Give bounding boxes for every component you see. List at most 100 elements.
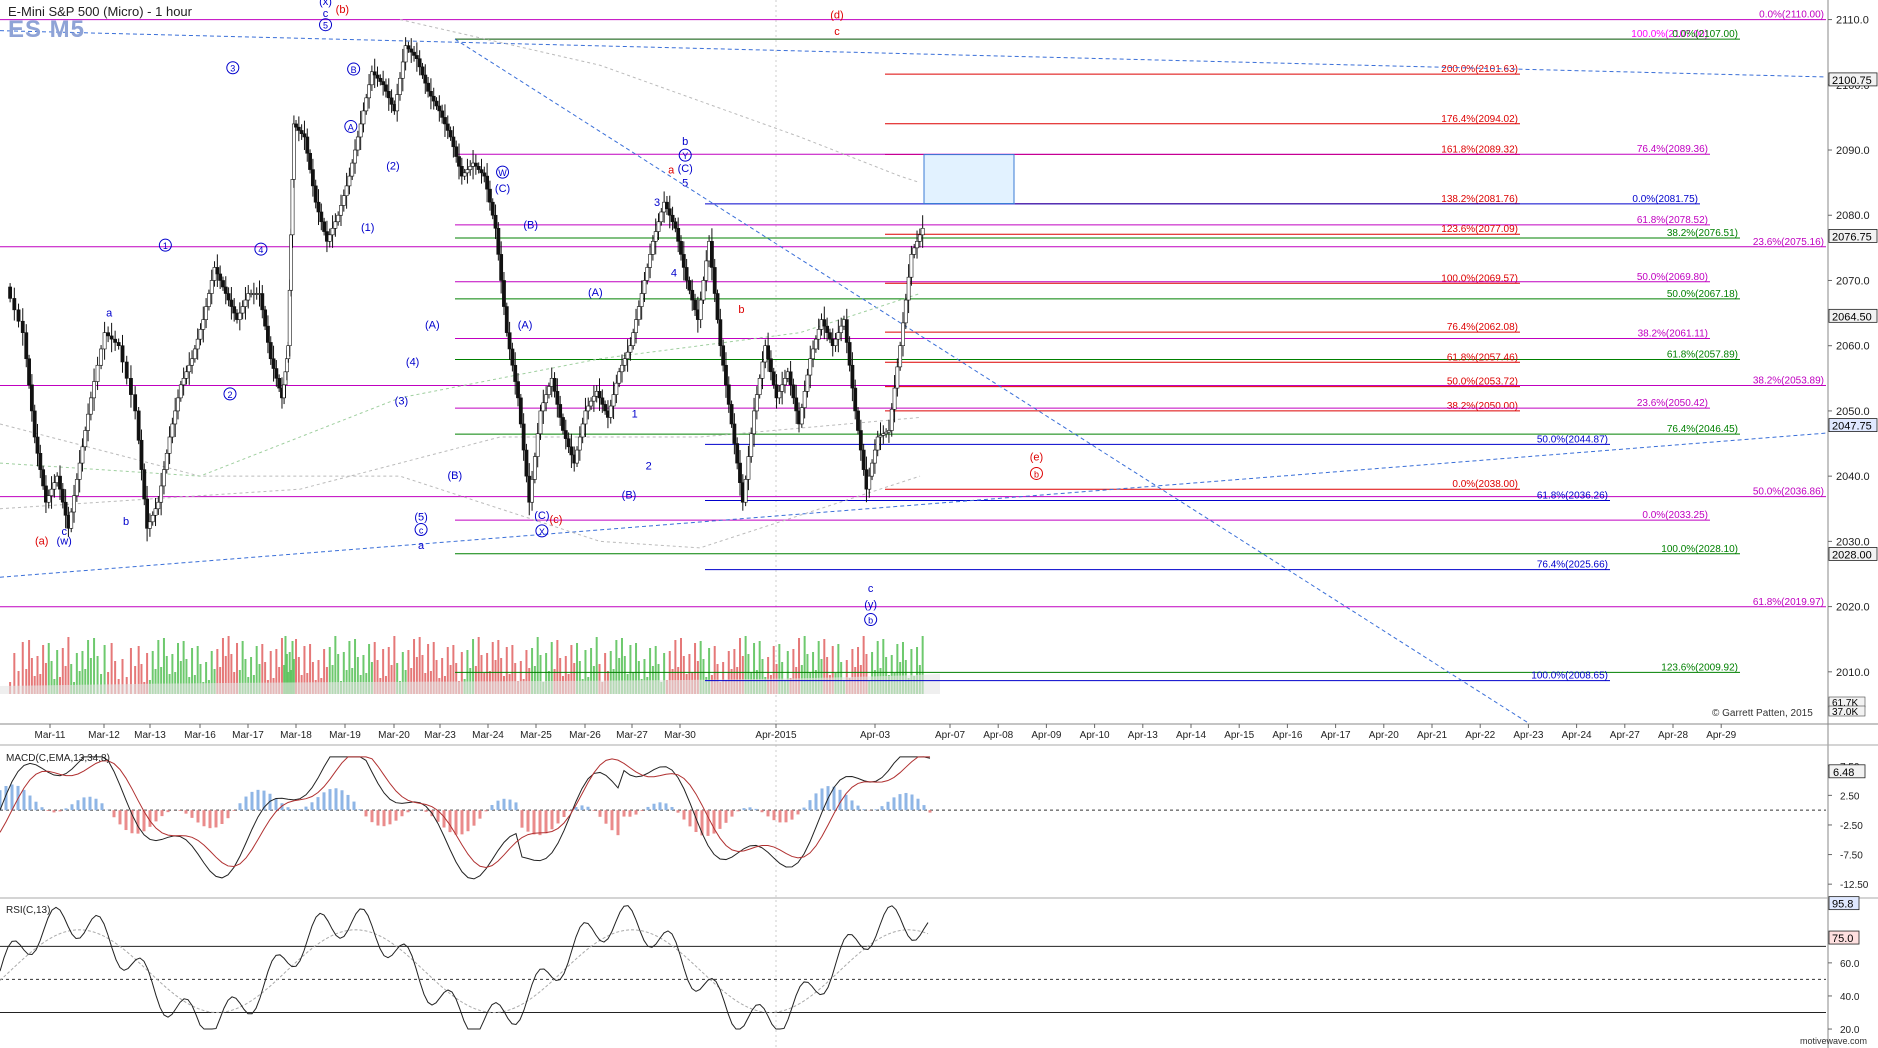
upper-trendline (0, 30, 1827, 78)
candle-body (538, 410, 543, 435)
volume-bars (0, 636, 940, 694)
macd-histogram-bar (472, 810, 476, 826)
candle-body (816, 329, 821, 340)
macd-histogram-bar (310, 802, 314, 811)
macd-histogram-bar (772, 810, 776, 821)
price-badge-label: 2064.50 (1832, 311, 1872, 323)
candle-body (516, 381, 520, 399)
candle-body (870, 462, 874, 477)
candle-body (726, 384, 731, 405)
candle-body (614, 382, 619, 395)
candle-body (667, 208, 672, 216)
macd-histogram-bar (112, 810, 116, 818)
candle-body (434, 100, 439, 107)
macd-histogram-bar (400, 810, 404, 817)
candle-body (704, 260, 709, 281)
candle-body (566, 438, 571, 448)
macd-histogram-bar (598, 810, 602, 817)
macd-histogram-bar (532, 810, 536, 835)
macd-histogram-bar (538, 810, 542, 836)
candle-body (287, 289, 292, 346)
candle-body (636, 306, 641, 320)
candle-body (159, 485, 164, 503)
macd-histogram-bar (586, 806, 590, 811)
candle-body (195, 338, 200, 350)
elliott-wave-labels: (a)c(w)ab1234(x)c (b)5BA(2)(1)(4)(3)(A)(B… (35, 0, 1043, 627)
candle-body (431, 95, 436, 102)
macd-histogram-bar (136, 810, 140, 834)
candle-body (109, 335, 114, 340)
macd-histogram-bar (178, 810, 182, 811)
candle-body (129, 378, 133, 395)
wave-label: c (323, 8, 329, 20)
candle-body (788, 371, 793, 386)
macd-histogram-bar (460, 810, 464, 835)
candle-body (712, 267, 717, 294)
candle-body (102, 332, 107, 350)
macd-histogram-bar (568, 810, 572, 812)
candle-body (732, 423, 737, 444)
candle-body (735, 443, 740, 464)
candle-body (277, 378, 282, 389)
macd-histogram-bar (790, 810, 794, 820)
candle-body (665, 201, 669, 210)
candle-body (355, 136, 360, 151)
macd-histogram-bar (190, 810, 194, 818)
candle-body (443, 117, 447, 125)
candle-body (124, 361, 129, 379)
candle-body (634, 319, 638, 333)
macd-histogram-bar (916, 798, 920, 811)
candle-body (263, 309, 268, 327)
macd-histogram-bar (40, 807, 44, 811)
candle-body (701, 280, 706, 301)
candle-body (558, 404, 563, 418)
candle-body (113, 338, 118, 343)
wave-label: b (868, 616, 873, 626)
candle-body (24, 332, 29, 360)
macd-histogram-bar (784, 810, 788, 823)
macd-histogram-bar (184, 810, 188, 814)
candle-body (648, 254, 652, 268)
candle-body (92, 381, 96, 399)
macd-histogram-bar (124, 810, 128, 831)
wave-label: (a) (35, 536, 48, 548)
candle-body (622, 358, 627, 366)
macd-histogram-bar (478, 810, 482, 819)
candle-body (687, 280, 692, 291)
macd-histogram-bar (514, 802, 518, 811)
macd-histogram-bar (604, 810, 608, 824)
price-badge-label: 2100.75 (1832, 75, 1872, 87)
time-tick-label: Apr-22 (1465, 730, 1495, 741)
wave-label: 4 (671, 268, 677, 280)
macd-histogram-bar (250, 791, 254, 811)
macd-histogram-bar (760, 810, 764, 813)
candle-body (178, 384, 183, 399)
candle-body (451, 136, 456, 148)
candle-body (901, 322, 905, 346)
macd-histogram-bar (10, 784, 14, 811)
rsi-tick-label: 40.0 (1840, 992, 1860, 1003)
candle-body (372, 71, 377, 76)
candle-body (583, 410, 588, 425)
candle-body (547, 386, 551, 395)
wave-label: 3 (654, 197, 660, 209)
macd-histogram-bar (550, 810, 554, 830)
candle-body (150, 514, 155, 523)
candle-body (676, 227, 681, 242)
macd-histogram-bar (556, 810, 560, 824)
macd-histogram-bar (748, 807, 752, 811)
macd-histogram-bar (418, 809, 422, 811)
rsi-badge-label: 95.8 (1832, 899, 1853, 911)
moving-average (0, 423, 921, 549)
candle-body (16, 309, 21, 322)
candle-body (204, 306, 209, 320)
macd-histogram-bar (28, 795, 32, 811)
candle-body (679, 241, 683, 255)
macd-histogram-bar (490, 805, 494, 811)
candle-body (611, 394, 616, 407)
wave-label: 3 (230, 64, 235, 74)
candle-body (715, 293, 720, 320)
candle-body (721, 345, 726, 366)
candle-body (136, 410, 141, 441)
fib-level-label: 50.0%(2036.86) (1753, 487, 1824, 498)
